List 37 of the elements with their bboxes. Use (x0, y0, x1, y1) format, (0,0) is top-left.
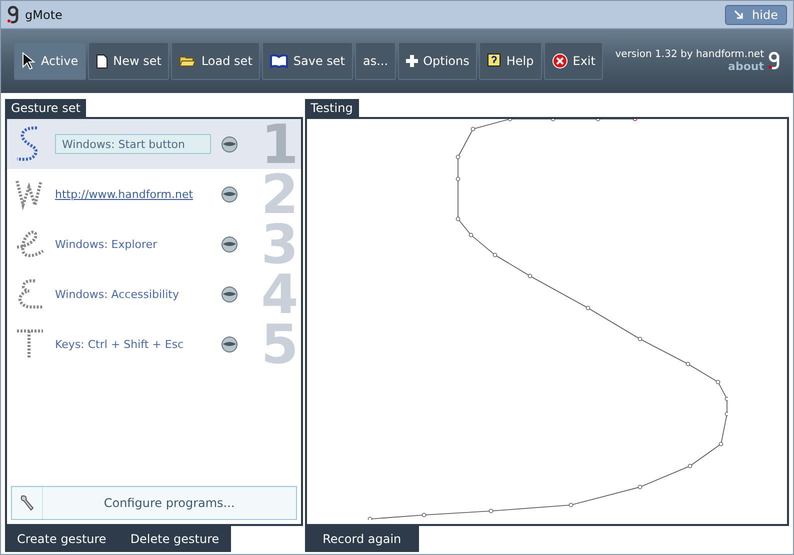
gesture-row[interactable]: Windows: Start button 1 (7, 119, 301, 169)
toolbar-button[interactable]: Load set (171, 42, 260, 80)
toolbar-button[interactable]: New set (88, 42, 170, 80)
action-field[interactable]: Windows: Start button (55, 134, 211, 154)
logo-icon (7, 6, 19, 24)
arrow-icon (734, 10, 744, 20)
configure-programs-button[interactable]: Configure programs... (43, 495, 296, 511)
cursor-icon (22, 52, 36, 70)
action-text: Windows: Explorer (55, 238, 158, 250)
gesture-button[interactable]: Create gesture (5, 526, 118, 552)
book-icon (270, 54, 288, 68)
gesture-button[interactable]: Delete gesture (118, 526, 232, 552)
globe-icon[interactable] (221, 136, 238, 152)
toolbar-button[interactable]: Exit (544, 42, 604, 80)
record-again-button[interactable]: Record again (304, 526, 420, 552)
version-text: version 1.32 by handform.net (615, 49, 764, 60)
close-icon (552, 53, 568, 69)
globe-icon[interactable] (221, 286, 238, 302)
action-text: Windows: Accessibility (55, 288, 180, 300)
help-icon (487, 53, 502, 69)
about-link[interactable]: about (728, 60, 764, 73)
globe-icon[interactable] (221, 186, 238, 202)
page-icon (96, 54, 108, 68)
toolbar-button[interactable]: Active (14, 42, 86, 80)
window-title: gMote (25, 8, 64, 22)
action-link[interactable]: http://www.handform.net (55, 188, 211, 200)
logo-icon (768, 52, 780, 70)
toolbar-button[interactable]: Save set (262, 42, 354, 80)
toolbar-button[interactable]: Help (479, 42, 542, 80)
toolbar-button[interactable]: as... (355, 42, 396, 80)
globe-icon[interactable] (221, 236, 238, 252)
wrench-icon (19, 494, 35, 512)
toolbar-button[interactable]: Options (398, 42, 478, 80)
globe-icon[interactable] (221, 336, 238, 352)
plus-icon (406, 55, 418, 67)
action-text: Keys: Ctrl + Shift + Esc (55, 338, 185, 350)
folder-icon (179, 54, 196, 68)
